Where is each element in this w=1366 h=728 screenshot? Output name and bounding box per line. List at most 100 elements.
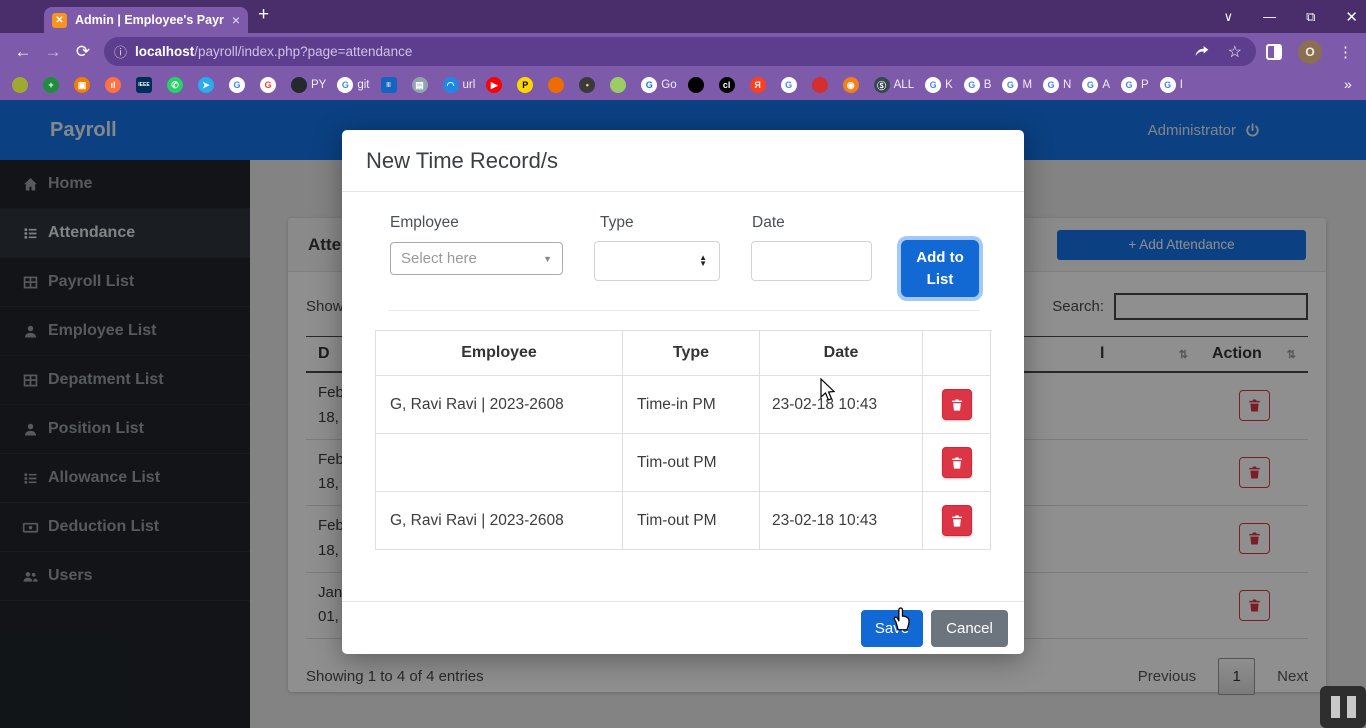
share-icon[interactable] (1193, 43, 1210, 60)
address-bar[interactable]: ⓘ localhost/payroll/index.php?page=atten… (104, 37, 1256, 66)
forward-button[interactable]: → (38, 42, 68, 62)
tab-search-chevron-icon[interactable]: ∨ (1224, 9, 1234, 25)
bookmark-favicon-icon: ◠ (443, 77, 459, 93)
bookmark-favicon-icon (548, 77, 564, 93)
remove-record-button[interactable] (942, 505, 972, 536)
bookmark[interactable]: Ⓢ ALL (874, 77, 914, 93)
bookmark-favicon-icon: IEEE (136, 77, 152, 93)
bookmark[interactable]: ıl (105, 77, 125, 93)
save-button[interactable]: Save (861, 610, 923, 647)
type-select[interactable]: ▲▼ (594, 241, 720, 281)
employee-select[interactable]: Select here ▼ (390, 242, 563, 275)
header-action (923, 331, 991, 376)
bookmark[interactable]: ➤ (198, 77, 218, 93)
bookmark[interactable]: ✆ (167, 77, 187, 93)
bookmark[interactable]: G K (925, 77, 953, 93)
time-record-row: G, Ravi Ravi | 2023-2608 Time-in PM 23-0… (376, 376, 992, 434)
bookmark[interactable] (548, 77, 568, 93)
bookmark-favicon-icon (291, 77, 307, 93)
bookmark-favicon-icon: cl (719, 77, 735, 93)
bookmark[interactable]: IEEE (136, 77, 156, 93)
bookmark[interactable] (610, 77, 630, 93)
date-label: Date (752, 214, 785, 232)
bookmark-favicon-icon: ||| (381, 77, 397, 93)
bookmark-label: git (357, 79, 369, 91)
bookmark[interactable]: P (517, 77, 537, 93)
record-type: Time-in PM (623, 376, 760, 434)
recorder-pause-button[interactable] (1320, 686, 1366, 728)
bookmark[interactable]: G (260, 77, 280, 93)
new-tab-button[interactable]: + (258, 4, 269, 26)
bookmark[interactable]: • (579, 77, 599, 93)
record-date: 23-02-18 10:43 (760, 492, 923, 550)
time-record-row: Tim-out PM (376, 434, 992, 492)
browser-tab[interactable]: ✕ Admin | Employee's Payroll × (44, 7, 248, 33)
bookmark[interactable]: G M (1002, 77, 1032, 93)
pause-bar-icon (1347, 696, 1356, 718)
url-text: localhost/payroll/index.php?page=attenda… (135, 44, 1185, 59)
select-arrows-icon: ▲▼ (699, 255, 707, 268)
bookmark[interactable] (12, 77, 32, 93)
restore-button[interactable]: ⧉ (1306, 9, 1315, 25)
tab-close-icon[interactable]: × (232, 12, 240, 28)
bookmark-favicon-icon: Ⓢ (874, 77, 890, 93)
bookmark[interactable] (812, 77, 832, 93)
side-panel-icon[interactable] (1266, 44, 1282, 60)
back-button[interactable]: ← (8, 42, 38, 62)
pause-bar-icon (1331, 696, 1340, 718)
bookmark[interactable]: G A (1082, 77, 1110, 93)
bookmark[interactable]: PY (291, 77, 326, 93)
bookmark[interactable]: G git (337, 77, 369, 93)
bookmark-label: url (463, 79, 476, 91)
record-employee: G, Ravi Ravi | 2023-2608 (376, 492, 623, 550)
bookmark-favicon-icon: G (1043, 77, 1059, 93)
bookmark[interactable]: ▣ (74, 77, 94, 93)
bookmark[interactable]: cl (719, 77, 739, 93)
bookmark[interactable]: ▶ (486, 77, 506, 93)
bookmark[interactable]: G N (1043, 77, 1071, 93)
bookmark-favicon-icon: ıl (105, 77, 121, 93)
record-action (923, 376, 991, 434)
type-label: Type (600, 214, 634, 232)
bookmark[interactable]: ◠ url (443, 77, 476, 93)
bookmark[interactable]: Я (750, 77, 770, 93)
record-date: 23-02-18 10:43 (760, 376, 923, 434)
remove-record-button[interactable] (942, 389, 972, 420)
browser-menu-icon[interactable]: ⋮ (1338, 43, 1354, 61)
bookmark-favicon-icon: ✆ (167, 77, 183, 93)
bookmark[interactable]: ▤ (412, 77, 432, 93)
bookmark[interactable] (688, 77, 708, 93)
bookmark[interactable]: ◉ (843, 77, 863, 93)
record-action (923, 434, 991, 492)
bookmark-favicon-icon: P (517, 77, 533, 93)
header-type: Type (623, 331, 760, 376)
bookmark[interactable]: G (229, 77, 249, 93)
profile-avatar[interactable]: O (1298, 40, 1322, 64)
bookmark-favicon-icon: G (641, 77, 657, 93)
bookmark[interactable]: G I (1160, 77, 1183, 93)
bookmarks-overflow-chevron[interactable]: » (1344, 76, 1352, 92)
bookmark-favicon-icon: + (43, 77, 59, 93)
new-time-record-modal: New Time Record/s Employee Type Date Sel… (342, 130, 1024, 654)
add-to-list-button[interactable]: Add toList (901, 240, 979, 297)
bookmark-favicon-icon: G (1002, 77, 1018, 93)
remove-record-button[interactable] (942, 447, 972, 478)
minimize-button[interactable]: — (1263, 9, 1276, 24)
time-records-table: Employee Type Date G, Ravi Ravi | 2023-2… (375, 330, 992, 550)
bookmark-favicon-icon: G (964, 77, 980, 93)
reload-button[interactable]: ⟳ (68, 42, 98, 62)
bookmark[interactable]: + (43, 77, 63, 93)
screen: ✕ Admin | Employee's Payroll × + ∨ — ⧉ ✕… (0, 0, 1366, 728)
bookmark[interactable]: G Go (641, 77, 676, 93)
bookmark-star-icon[interactable]: ☆ (1228, 42, 1242, 62)
bookmark[interactable]: G B (964, 77, 992, 93)
bookmark-favicon-icon: G (781, 77, 797, 93)
date-input[interactable] (751, 241, 872, 281)
site-info-icon[interactable]: ⓘ (114, 42, 127, 61)
bookmark[interactable]: ||| (381, 77, 401, 93)
bookmark[interactable]: G P (1121, 77, 1149, 93)
cancel-button[interactable]: Cancel (931, 610, 1008, 647)
bookmark-favicon-icon: G (1160, 77, 1176, 93)
close-button[interactable]: ✕ (1345, 8, 1358, 26)
bookmark[interactable]: G (781, 77, 801, 93)
